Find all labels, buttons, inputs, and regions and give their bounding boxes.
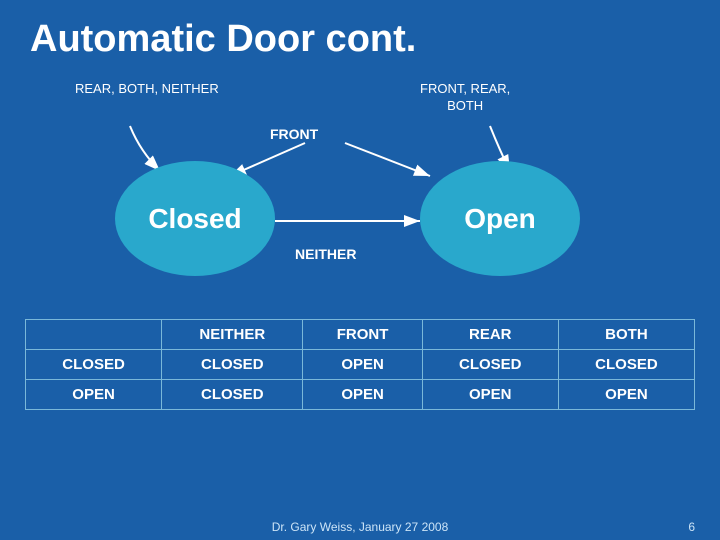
row1-col2: OPEN: [303, 350, 422, 380]
row1-col1: CLOSED: [162, 350, 303, 380]
row2-col0: OPEN: [26, 380, 162, 410]
circle-open: Open: [420, 161, 580, 276]
table-header-row: NEITHER FRONT REAR BOTH: [26, 320, 695, 350]
row2-col3: OPEN: [422, 380, 558, 410]
label-rear: REAR, BOTH, NEITHER: [75, 81, 219, 98]
row2-col4: OPEN: [558, 380, 694, 410]
row1-col4: CLOSED: [558, 350, 694, 380]
diagram-area: REAR, BOTH, NEITHER FRONT, REAR,BOTH FRO…: [0, 71, 720, 311]
page-title: Automatic Door cont.: [0, 0, 720, 71]
table-container: NEITHER FRONT REAR BOTH CLOSED CLOSED OP…: [25, 319, 695, 410]
footer-citation: Dr. Gary Weiss, January 27 2008: [0, 520, 720, 534]
footer-page: 6: [688, 520, 695, 534]
col-header-1: NEITHER: [162, 320, 303, 350]
label-front: FRONT: [270, 126, 318, 142]
circle-closed: Closed: [115, 161, 275, 276]
table-row: CLOSED CLOSED OPEN CLOSED CLOSED: [26, 350, 695, 380]
col-header-4: BOTH: [558, 320, 694, 350]
col-header-2: FRONT: [303, 320, 422, 350]
table-row: OPEN CLOSED OPEN OPEN OPEN: [26, 380, 695, 410]
label-front-rear: FRONT, REAR,BOTH: [420, 81, 510, 115]
data-table: NEITHER FRONT REAR BOTH CLOSED CLOSED OP…: [25, 319, 695, 410]
row1-col3: CLOSED: [422, 350, 558, 380]
row2-col1: CLOSED: [162, 380, 303, 410]
row2-col2: OPEN: [303, 380, 422, 410]
col-header-0: [26, 320, 162, 350]
label-neither: NEITHER: [295, 246, 356, 262]
col-header-3: REAR: [422, 320, 558, 350]
row1-col0: CLOSED: [26, 350, 162, 380]
